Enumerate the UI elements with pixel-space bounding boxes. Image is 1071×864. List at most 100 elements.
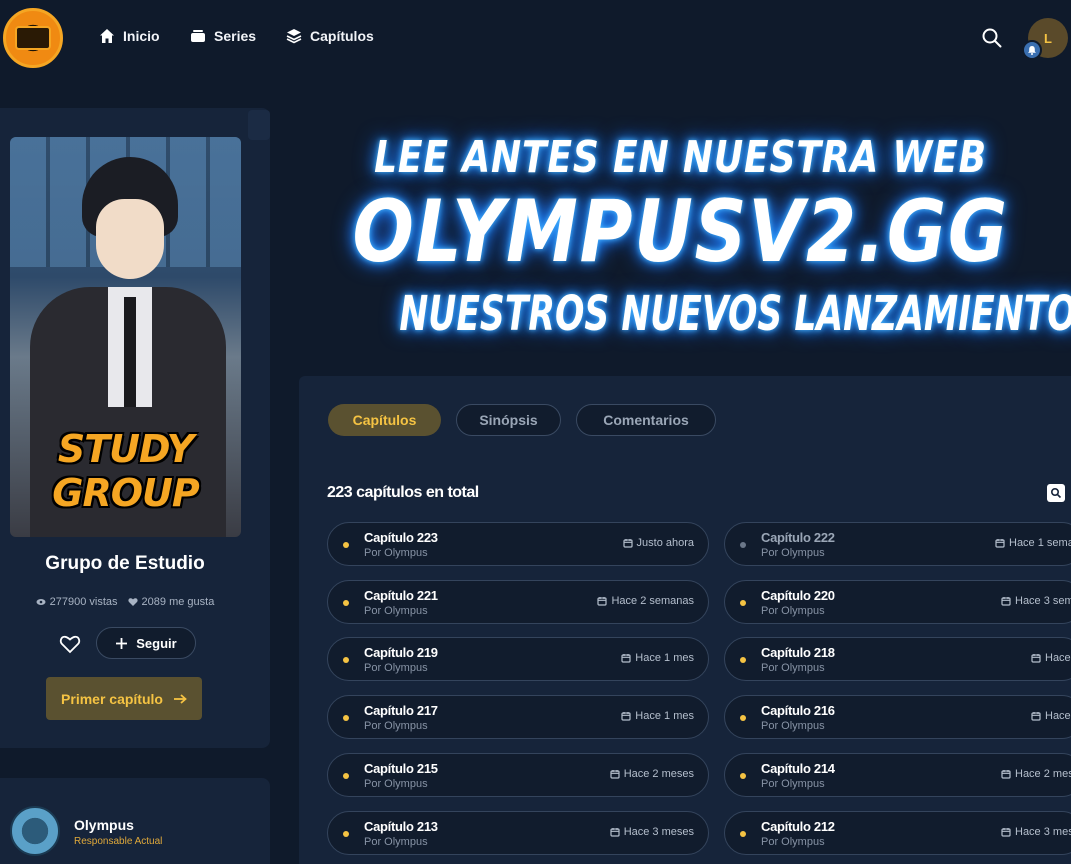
likes-count: 2089 me gusta — [141, 596, 215, 608]
team-name[interactable]: Olympus — [74, 817, 134, 833]
new-indicator-dot — [740, 773, 746, 779]
chapter-name: Capítulo 212 — [761, 819, 835, 834]
follow-label: Seguir — [136, 635, 177, 651]
chapter-name: Capítulo 217 — [364, 703, 438, 718]
chapter-time-label: Hace 3 semanas — [1015, 595, 1071, 607]
first-chapter-label: Primer capítulo — [61, 690, 163, 707]
chapter-item[interactable]: Capítulo 217 Por Olympus Hace 1 mes — [327, 695, 709, 739]
chapter-time-label: Hace 3 meses — [623, 826, 694, 838]
banner-line-2: OLYMPUSV2.GG — [352, 182, 1009, 282]
chapter-time-label: Hace 3 meses — [1015, 826, 1071, 838]
new-indicator-dot — [740, 831, 746, 837]
new-indicator-dot — [740, 600, 746, 606]
banner-line-3: NUESTROS NUEVOS LANZAMIENTOS — [399, 286, 1071, 342]
calendar-icon — [622, 539, 633, 548]
layers-icon — [286, 29, 302, 44]
tab-comments[interactable]: Comentarios — [576, 404, 716, 436]
chapter-time: Hace 1 mes — [621, 652, 694, 664]
chapter-name: Capítulo 216 — [761, 703, 835, 718]
chapter-uploader: Por Olympus — [364, 778, 428, 790]
chapter-item[interactable]: Capítulo 216 Por Olympus Hace 1 mes — [724, 695, 1071, 739]
chapter-item[interactable]: Capítulo 219 Por Olympus Hace 1 mes — [327, 637, 709, 681]
series-stats: 277900 vistas 2089 me gusta — [0, 596, 250, 608]
chapter-time-label: Hace 1 mes — [635, 710, 694, 722]
chapter-time: Hace 2 meses — [1001, 768, 1071, 780]
chapter-uploader: Por Olympus — [761, 836, 825, 848]
promo-banner[interactable]: LEE ANTES EN NUESTRA WEB OLYMPUSV2.GG NU… — [290, 100, 1071, 370]
chapter-item[interactable]: Capítulo 212 Por Olympus Hace 3 meses — [724, 811, 1071, 855]
nav-chapters[interactable]: Capítulos — [286, 28, 374, 44]
chapter-name: Capítulo 218 — [761, 645, 835, 660]
calendar-icon — [1031, 712, 1041, 721]
bell-icon — [1028, 46, 1036, 55]
nav-series[interactable]: Series — [190, 28, 256, 44]
arrow-right-icon — [173, 693, 187, 704]
new-indicator-dot — [740, 715, 746, 721]
calendar-icon — [597, 597, 608, 606]
chapter-item[interactable]: Capítulo 214 Por Olympus Hace 2 meses — [724, 753, 1071, 797]
new-indicator-dot — [343, 542, 349, 548]
chapter-name: Capítulo 213 — [364, 819, 438, 834]
chapter-time: Hace 1 mes — [1031, 652, 1071, 664]
stack-icon — [191, 30, 205, 42]
like-heart-icon[interactable] — [58, 632, 82, 656]
new-indicator-dot — [343, 715, 349, 721]
chapter-total: 223 capítulos en total — [327, 484, 479, 501]
chapter-name: Capítulo 220 — [761, 588, 835, 603]
tab-chapters[interactable]: Capítulos — [328, 404, 441, 436]
chapter-uploader: Por Olympus — [364, 720, 428, 732]
chapter-time-label: Hace 2 meses — [1015, 768, 1071, 780]
likes-stat: 2089 me gusta — [127, 596, 215, 608]
chapter-time: Hace 3 semanas — [1001, 595, 1071, 607]
chapter-uploader: Por Olympus — [364, 605, 428, 617]
chapter-item[interactable]: Capítulo 215 Por Olympus Hace 2 meses — [327, 753, 709, 797]
chapter-item[interactable]: Capítulo 222 Por Olympus Hace 1 semana — [724, 522, 1071, 566]
new-indicator-dot — [343, 657, 349, 663]
chapter-name: Capítulo 223 — [364, 530, 438, 545]
chapter-uploader: Por Olympus — [364, 836, 428, 848]
chapter-time: Justo ahora — [622, 537, 694, 549]
chapter-time: Hace 2 meses — [610, 768, 694, 780]
sort-icon — [1050, 487, 1062, 499]
first-chapter-button[interactable]: Primer capítulo — [46, 677, 202, 720]
calendar-icon — [1001, 770, 1011, 779]
series-cover[interactable]: STUDY GROUP — [10, 137, 241, 537]
nav-home[interactable]: Inicio — [99, 28, 160, 44]
chapter-time-label: Hace 1 mes — [1045, 710, 1071, 722]
series-title: Grupo de Estudio — [45, 553, 205, 574]
nav-series-label: Series — [214, 28, 257, 44]
nav-chapters-label: Capítulos — [310, 28, 374, 44]
new-indicator-dot — [740, 657, 746, 663]
new-indicator-dot — [343, 600, 349, 606]
calendar-icon — [610, 770, 620, 779]
chapter-item[interactable]: Capítulo 223 Por Olympus Justo ahora — [327, 522, 709, 566]
calendar-icon — [621, 654, 631, 663]
calendar-icon — [995, 539, 1005, 548]
chapter-uploader: Por Olympus — [761, 605, 825, 617]
chapter-uploader: Por Olympus — [761, 547, 825, 559]
eye-icon — [36, 599, 46, 605]
follow-button[interactable]: Seguir — [96, 627, 196, 659]
calendar-icon — [621, 712, 631, 721]
tab-synopsis[interactable]: Sinópsis — [456, 404, 561, 436]
chapter-item[interactable]: Capítulo 213 Por Olympus Hace 3 meses — [327, 811, 709, 855]
chapter-item[interactable]: Capítulo 221 Por Olympus Hace 2 semanas — [327, 580, 709, 624]
new-indicator-dot — [343, 831, 349, 837]
notifications-button[interactable] — [1022, 40, 1042, 60]
avatar-initial: L — [1044, 30, 1052, 46]
chapter-item[interactable]: Capítulo 218 Por Olympus Hace 1 mes — [724, 637, 1071, 681]
sort-button[interactable] — [1047, 484, 1065, 502]
chapter-uploader: Por Olympus — [761, 778, 825, 790]
page: Inicio Series Capítulos L STUDY GROUP Gr… — [0, 0, 1071, 864]
chapter-name: Capítulo 219 — [364, 645, 438, 660]
views-stat: 277900 vistas — [36, 596, 118, 608]
nav-home-label: Inicio — [123, 28, 160, 44]
chapter-time: Hace 1 mes — [1031, 710, 1071, 722]
team-avatar[interactable] — [10, 806, 60, 856]
site-logo[interactable] — [3, 8, 63, 68]
chapter-time-label: Hace 2 meses — [623, 768, 694, 780]
chapter-time: Hace 2 semanas — [597, 595, 694, 607]
chapter-item[interactable]: Capítulo 220 Por Olympus Hace 3 semanas — [724, 580, 1071, 624]
calendar-icon — [610, 828, 620, 837]
search-icon[interactable] — [981, 27, 1003, 49]
